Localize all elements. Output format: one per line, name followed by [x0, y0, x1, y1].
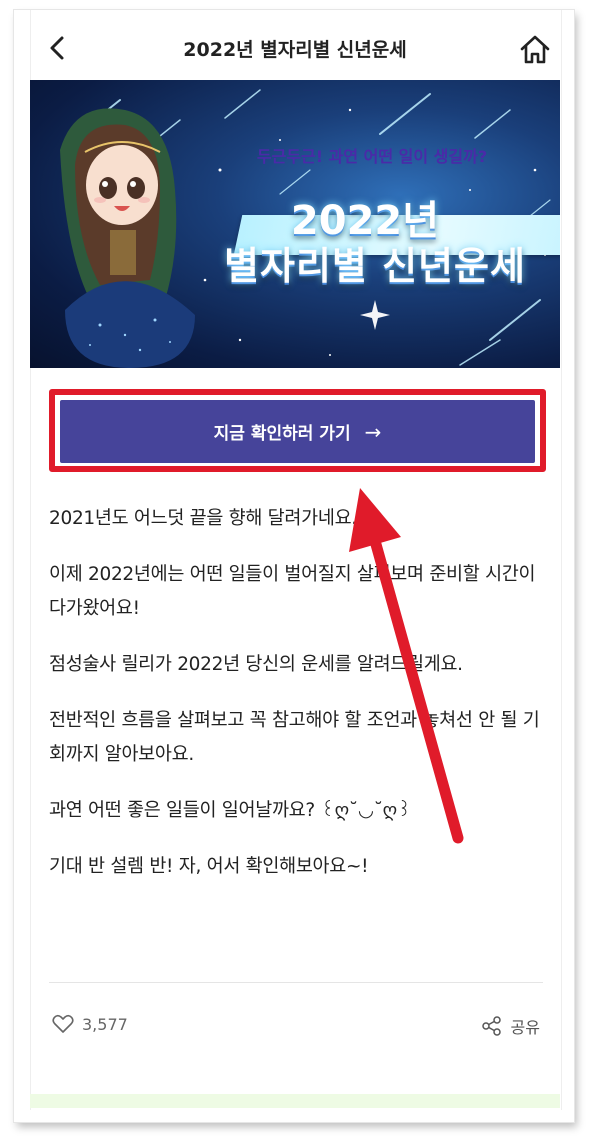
page-title: 2022년 별자리별 신년운세	[183, 39, 407, 61]
paragraph: 기대 반 설렘 반! 자, 어서 확인해보아요~!	[49, 856, 369, 877]
like-button[interactable]: 3,577	[52, 1014, 128, 1034]
arrow-right-icon: →	[364, 419, 382, 444]
footer-divider	[49, 982, 543, 983]
share-icon	[481, 1016, 501, 1036]
banner-subtitle: 두근두근! 과연 어떤 일이 생길까?	[256, 147, 488, 166]
like-count: 3,577	[82, 1014, 128, 1034]
chevron-left-icon	[50, 36, 64, 60]
top-header: 2022년 별자리별 신년운세	[30, 20, 560, 80]
paragraph: 전반적인 흐름을 살펴보고 꼭 참고해야 할 조언과 놓쳐선 안 될 기회까지 …	[49, 710, 540, 765]
heart-icon	[52, 1014, 74, 1033]
check-now-button[interactable]: 지금 확인하러 가기 →	[60, 400, 535, 463]
paragraph: 점성술사 릴리가 2022년 당신의 운세를 알려드릴게요.	[49, 654, 463, 675]
home-button[interactable]	[518, 32, 552, 66]
back-button[interactable]	[44, 32, 74, 64]
character-illustration	[60, 108, 195, 368]
paragraph: 과연 어떤 좋은 일들이 일어날까요? ꒰ღ˘◡˘ღ꒱	[49, 800, 412, 821]
paragraph: 2021년도 어느덧 끝을 향해 달려가네요.	[49, 508, 357, 529]
article-body: 2021년도 어느덧 끝을 향해 달려가네요. 이제 2022년에는 어떤 일들…	[49, 502, 549, 906]
banner-title: 별자리별 신년운세	[224, 244, 526, 288]
home-icon	[520, 35, 550, 64]
paragraph: 이제 2022년에는 어떤 일들이 벌어질지 살펴보며 준비할 시간이 다가왔어…	[49, 564, 536, 619]
bottom-strip	[30, 1094, 560, 1108]
share-button[interactable]: 공유	[481, 1014, 540, 1038]
share-label: 공유	[510, 1018, 540, 1037]
check-now-label: 지금 확인하러 가기	[213, 424, 351, 444]
